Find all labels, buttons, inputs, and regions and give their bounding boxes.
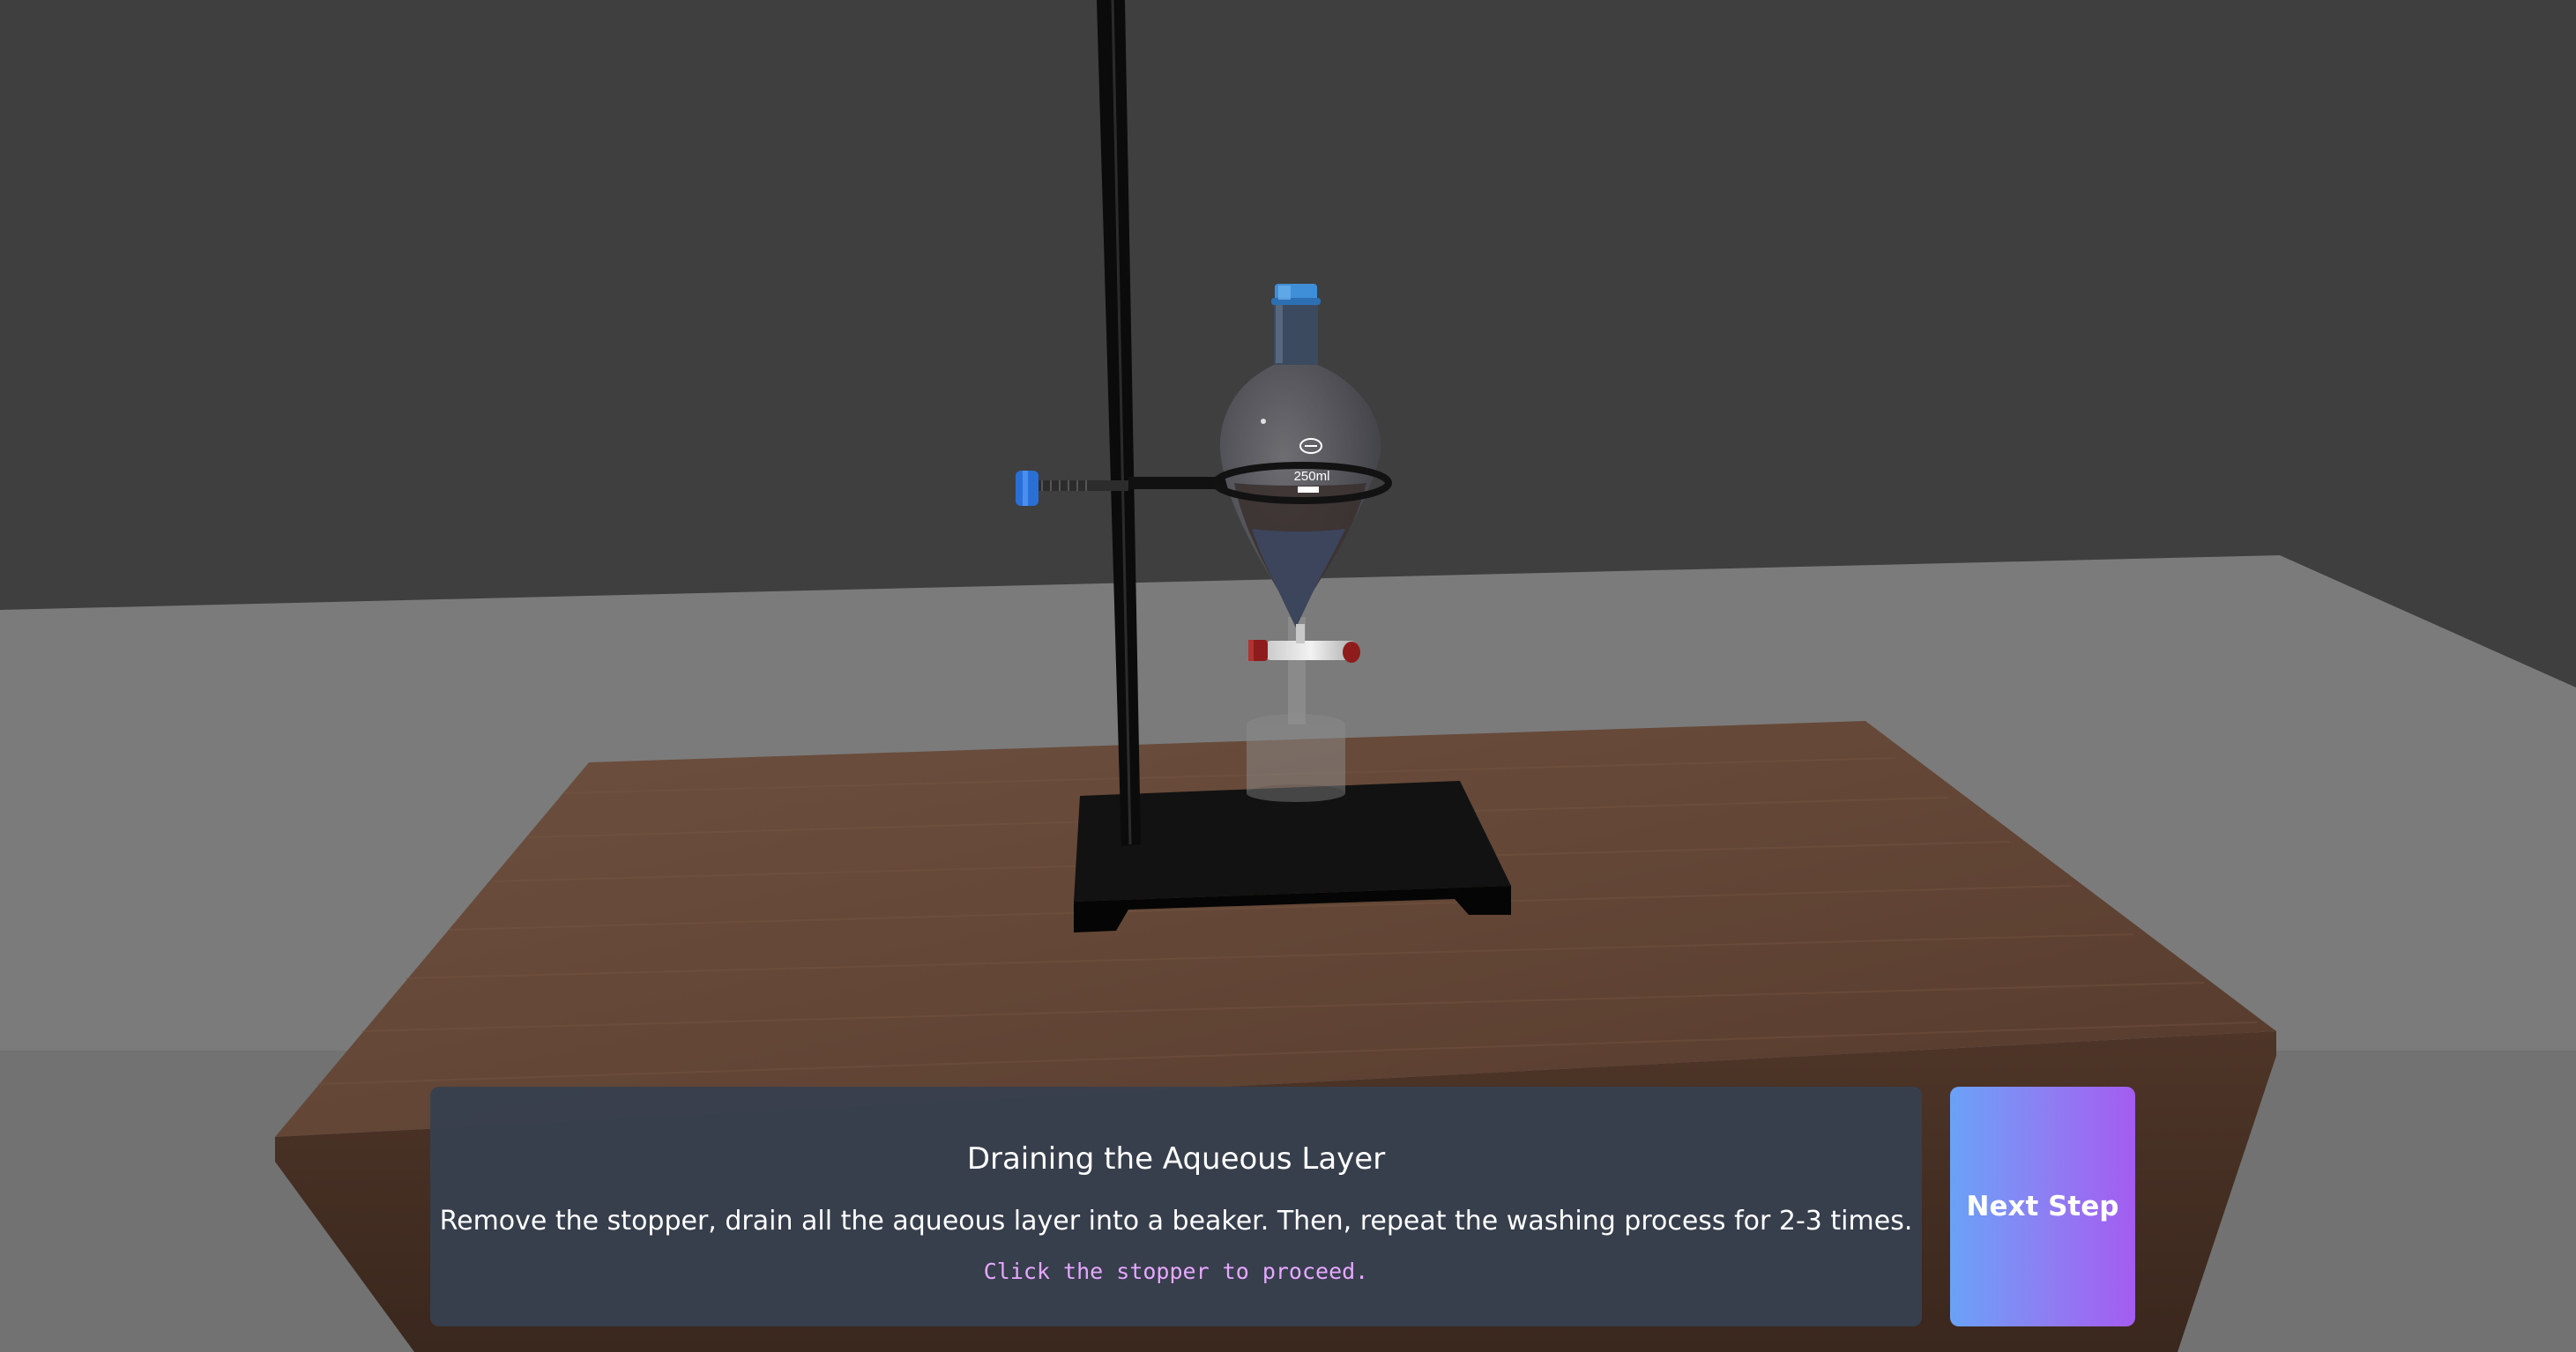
- clamp-knob[interactable]: [1016, 471, 1039, 506]
- clamp-screw: [1031, 480, 1128, 491]
- stopper[interactable]: [1271, 284, 1321, 305]
- instruction-panel: Draining the Aqueous Layer Remove the st…: [430, 1087, 1922, 1326]
- step-title: Draining the Aqueous Layer: [966, 1141, 1386, 1177]
- next-step-button[interactable]: Next Step: [1950, 1087, 2135, 1326]
- beaker[interactable]: [1247, 714, 1345, 802]
- step-hint: Click the stopper to proceed.: [983, 1259, 1369, 1284]
- flask-volume-label: 250ml: [1294, 469, 1330, 484]
- step-instruction: Remove the stopper, drain all the aqueou…: [439, 1206, 1913, 1237]
